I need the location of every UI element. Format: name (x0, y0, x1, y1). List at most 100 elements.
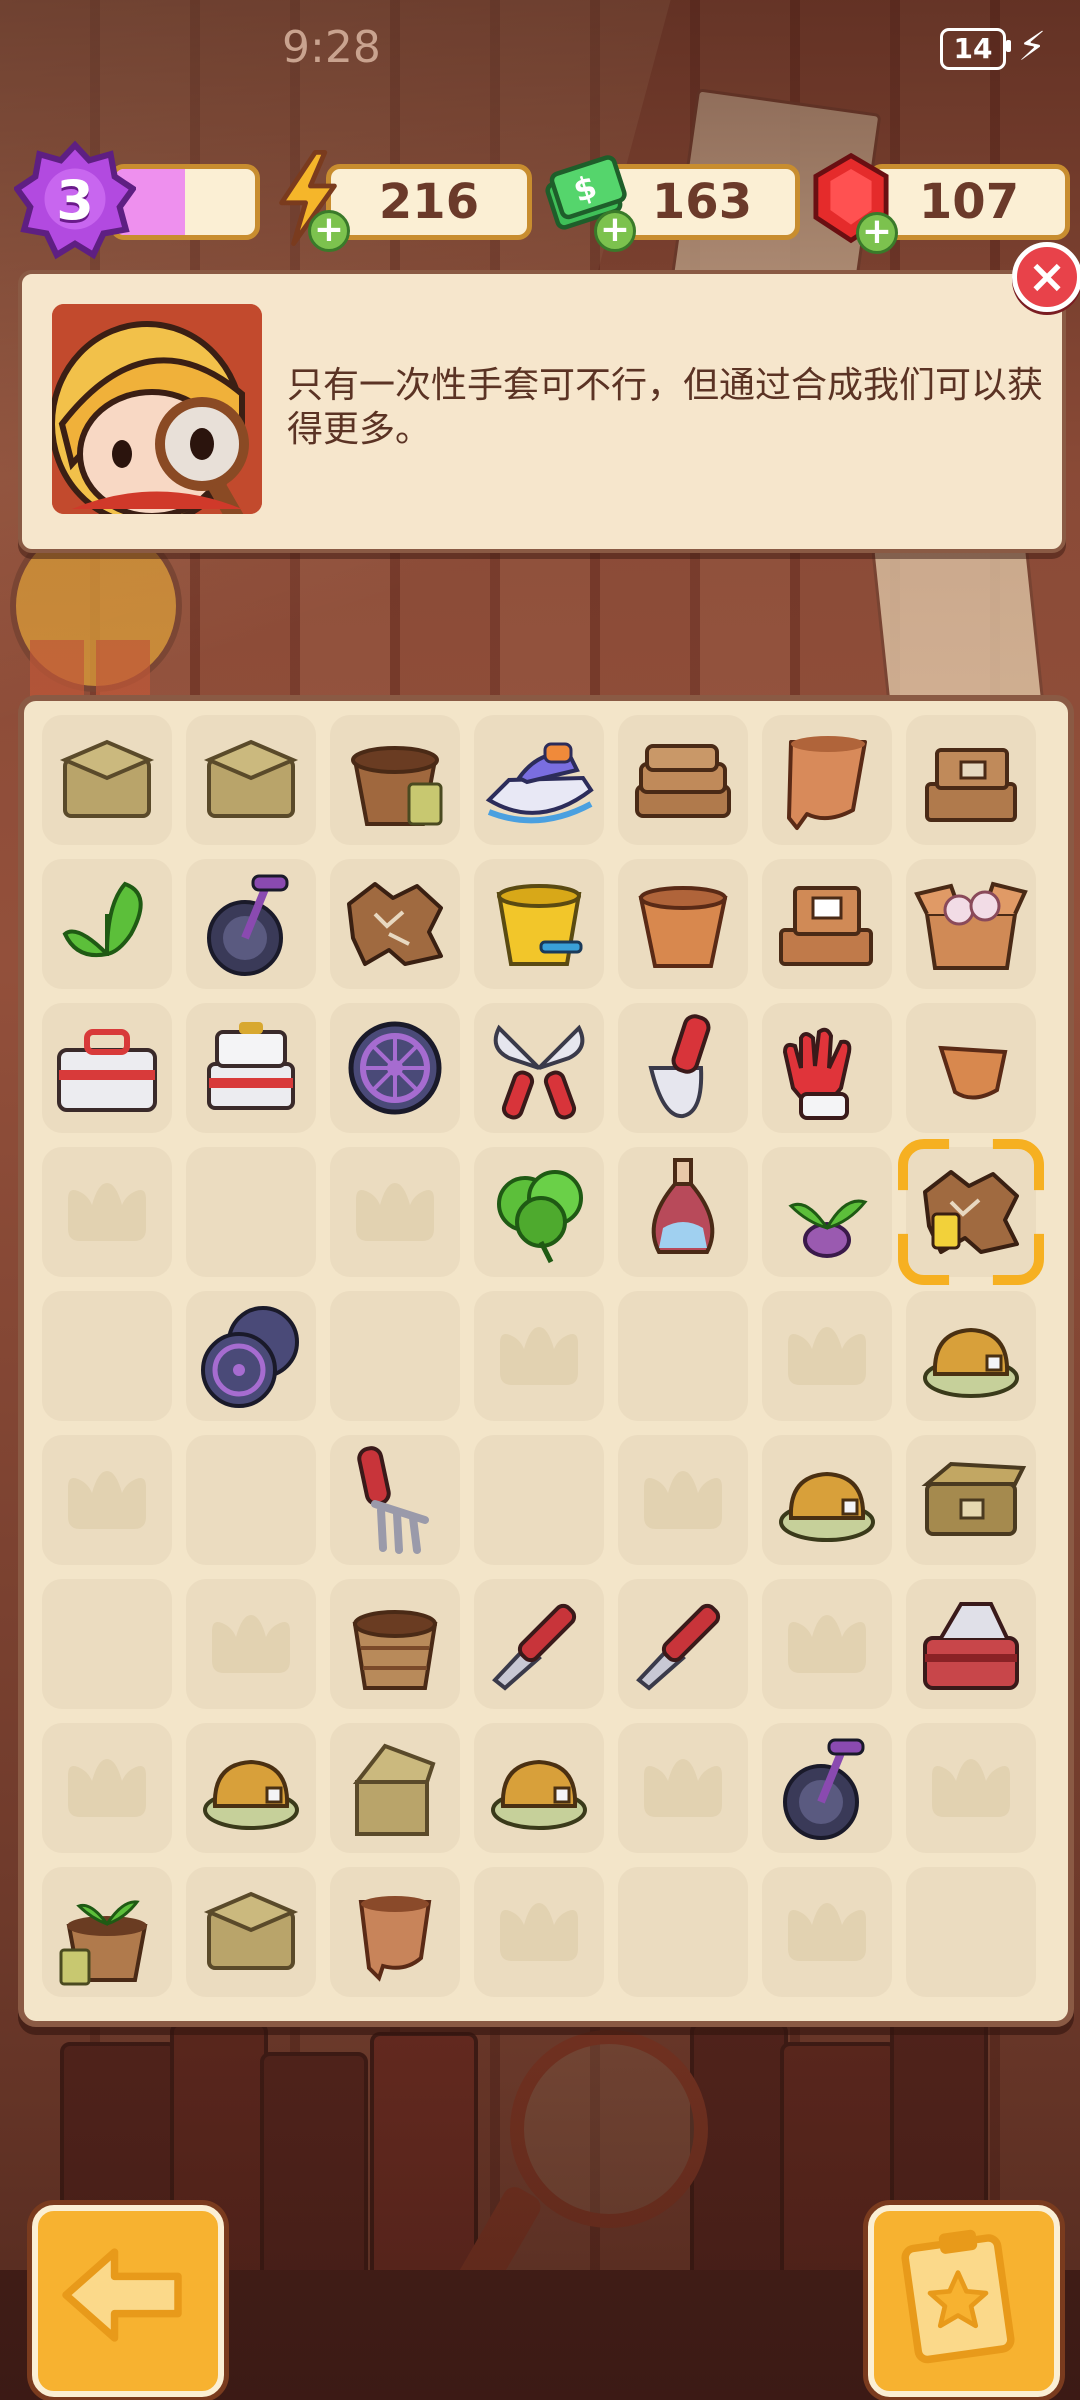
board-cell[interactable] (762, 859, 892, 989)
clay-pot-icon (638, 886, 728, 968)
board-cell[interactable] (330, 1003, 460, 1133)
board-cell[interactable] (474, 715, 604, 845)
empty-cell[interactable] (618, 1435, 748, 1565)
board-cell[interactable] (330, 1579, 460, 1709)
blank-cell[interactable] (186, 1147, 316, 1277)
board-cell[interactable] (330, 1867, 460, 1997)
seedling-icon (788, 1199, 868, 1258)
wheels-icon (201, 1306, 299, 1408)
pot-shard-icon (938, 1045, 1008, 1100)
detective-portrait (52, 304, 262, 514)
rubber-glove-icon (782, 1027, 852, 1120)
add-energy-button[interactable]: + (308, 210, 350, 252)
merge-board (18, 695, 1074, 2027)
blank-cell[interactable] (474, 1435, 604, 1565)
broken-pot-icon (787, 736, 867, 830)
board-cell[interactable] (330, 1435, 460, 1565)
board-cell[interactable] (762, 1723, 892, 1853)
board-cell[interactable] (186, 1867, 316, 1997)
board-cell[interactable] (906, 859, 1036, 989)
empty-cell[interactable] (618, 1723, 748, 1853)
energy-counter[interactable]: 216 (326, 164, 532, 240)
toolbox-red-icon (923, 1602, 1019, 1690)
status-time: 9:28 (282, 22, 381, 73)
board-cell[interactable] (186, 1003, 316, 1133)
board-cell[interactable] (906, 1291, 1036, 1421)
blank-cell[interactable] (186, 1435, 316, 1565)
blank-cell[interactable] (906, 1867, 1036, 1997)
board-cell[interactable] (42, 859, 172, 989)
board-cell[interactable] (906, 1147, 1036, 1277)
board-cell[interactable] (906, 1003, 1036, 1133)
back-button[interactable] (32, 2205, 224, 2397)
toolbox-open-icon (207, 1022, 295, 1110)
board-cell[interactable] (906, 715, 1036, 845)
gem-counter[interactable]: 107 (868, 164, 1070, 240)
add-cash-button[interactable]: + (594, 210, 636, 252)
board-cell[interactable] (42, 1867, 172, 1997)
toolbox-white-icon (57, 1029, 157, 1112)
trowel-icon (492, 1603, 577, 1691)
board-cell[interactable] (186, 715, 316, 845)
board-cell[interactable] (762, 1003, 892, 1133)
board-cell[interactable] (474, 1579, 604, 1709)
blank-cell[interactable] (42, 1291, 172, 1421)
board-cell[interactable] (474, 1147, 604, 1277)
blank-cell[interactable] (42, 1579, 172, 1709)
board-cell[interactable] (330, 859, 460, 989)
board-cell[interactable] (906, 1579, 1036, 1709)
board-cell[interactable] (618, 1579, 748, 1709)
blank-cell[interactable] (618, 1867, 748, 1997)
blank-cell[interactable] (618, 1291, 748, 1421)
tasks-button[interactable] (868, 2205, 1060, 2397)
empty-cell[interactable] (42, 1147, 172, 1277)
board-cell[interactable] (762, 715, 892, 845)
unicycle-icon (207, 874, 289, 976)
board-cell[interactable] (330, 1723, 460, 1853)
close-dialog-button[interactable]: × (1012, 242, 1080, 312)
wicker-pot-icon (352, 1610, 438, 1690)
add-gems-button[interactable]: + (856, 212, 898, 254)
dirt-scraps-icon (923, 1170, 1019, 1254)
empty-cell[interactable] (906, 1723, 1036, 1853)
empty-cell[interactable] (474, 1291, 604, 1421)
unicycle-icon (783, 1738, 865, 1840)
board-cell[interactable] (186, 859, 316, 989)
board-cell[interactable] (618, 1003, 748, 1133)
box-closed-icon (59, 739, 155, 818)
board-cell[interactable] (762, 1147, 892, 1277)
board-cell[interactable] (762, 1435, 892, 1565)
back-arrow-icon (62, 2248, 182, 2342)
broken-pot-small-icon (358, 1896, 432, 1982)
board-cell[interactable] (186, 1723, 316, 1853)
leafy-plant-icon (497, 1170, 583, 1264)
board-cell[interactable] (330, 715, 460, 845)
board-cell[interactable] (618, 715, 748, 845)
board-cell[interactable] (42, 1003, 172, 1133)
board-cell[interactable] (42, 715, 172, 845)
box-closed-icon (203, 739, 299, 818)
board-cell[interactable] (618, 859, 748, 989)
empty-cell[interactable] (330, 1147, 460, 1277)
board-cell[interactable] (474, 859, 604, 989)
empty-cell[interactable] (42, 1723, 172, 1853)
empty-cell[interactable] (762, 1867, 892, 1997)
empty-cell[interactable] (762, 1579, 892, 1709)
board-cell[interactable] (906, 1435, 1036, 1565)
potted-sprout-icon (59, 1900, 148, 1986)
blank-cell[interactable] (330, 1291, 460, 1421)
empty-cell[interactable] (762, 1291, 892, 1421)
cap-icon (491, 1759, 587, 1830)
board-cell[interactable] (186, 1291, 316, 1421)
empty-cell[interactable] (474, 1867, 604, 1997)
wheel-icon (348, 1021, 442, 1115)
box-closed-wood-icon (921, 1461, 1027, 1536)
merge-grid (42, 715, 1036, 1997)
empty-cell[interactable] (42, 1435, 172, 1565)
board-cell[interactable] (618, 1147, 748, 1277)
empty-cell[interactable] (186, 1579, 316, 1709)
clipboard-star-icon (901, 2229, 1015, 2364)
board-cell[interactable] (474, 1723, 604, 1853)
box-closed-icon (203, 1891, 299, 1970)
board-cell[interactable] (474, 1003, 604, 1133)
